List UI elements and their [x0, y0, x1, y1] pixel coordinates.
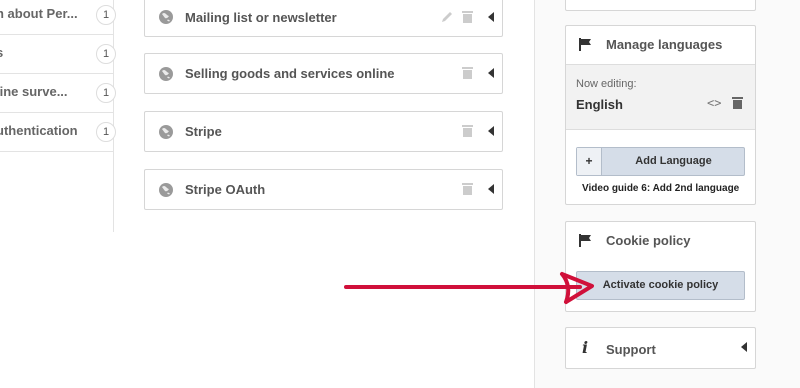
trash-icon[interactable]: [732, 96, 743, 109]
globe-icon: [159, 183, 173, 197]
flag-icon: [579, 38, 591, 51]
left-list-item[interactable]: n about Per... 1: [0, 0, 116, 35]
left-list-item[interactable]: line surve... 1: [0, 74, 116, 113]
caret-left-icon[interactable]: [741, 342, 747, 352]
left-list-item-count: 1: [96, 44, 116, 64]
left-list-item-label: line surve...: [0, 84, 68, 99]
cookie-policy-box: Cookie policy Activate cookie policy: [565, 221, 756, 312]
cookie-policy-header: Cookie policy: [566, 222, 755, 260]
left-list-item-count: 1: [96, 83, 116, 103]
video-guide-link[interactable]: Video guide 6: Add 2nd language: [582, 183, 739, 194]
trash-icon[interactable]: [462, 182, 473, 195]
panel-stripe[interactable]: Stripe: [144, 111, 503, 152]
support-title: Support: [606, 342, 656, 357]
left-list: n about Per... 1 s 1 line surve... 1 uth…: [0, 0, 116, 232]
manage-languages-header: Manage languages: [566, 26, 755, 64]
panel-title: Selling goods and services online: [185, 66, 395, 81]
left-list-item[interactable]: s 1: [0, 35, 116, 74]
left-list-item-label: uthentication: [0, 123, 78, 138]
caret-left-icon[interactable]: [488, 126, 494, 136]
trash-icon[interactable]: [462, 66, 473, 79]
trash-icon[interactable]: [462, 10, 473, 23]
left-list-item-label: s: [0, 45, 3, 60]
caret-left-icon[interactable]: [488, 12, 494, 22]
left-list-item-count: 1: [96, 122, 116, 142]
flag-icon: [579, 234, 591, 247]
left-list-item[interactable]: uthentication 1: [0, 113, 116, 152]
now-editing-panel: Now editing: English <>: [566, 64, 755, 130]
panel-title: Mailing list or newsletter: [185, 10, 337, 25]
activate-cookie-policy-button[interactable]: Activate cookie policy: [576, 271, 745, 300]
pencil-icon[interactable]: [440, 10, 454, 24]
trash-icon[interactable]: [462, 124, 473, 137]
current-language: English: [576, 97, 623, 112]
activate-cookie-policy-label: Activate cookie policy: [602, 279, 719, 291]
panel-mailing-list[interactable]: Mailing list or newsletter: [144, 0, 503, 37]
left-list-item-count: 1: [96, 5, 116, 25]
add-language-button[interactable]: + Add Language: [576, 147, 745, 176]
globe-icon: [159, 125, 173, 139]
cookie-policy-title: Cookie policy: [606, 233, 691, 248]
globe-icon: [159, 10, 173, 24]
left-list-item-label: n about Per...: [0, 6, 78, 21]
panel-selling-goods[interactable]: Selling goods and services online: [144, 53, 503, 94]
manage-languages-box: Manage languages Now editing: English <>…: [565, 25, 756, 205]
sidebar-box-top: [565, 0, 756, 11]
now-editing-label: Now editing:: [576, 78, 637, 90]
panel-stripe-oauth[interactable]: Stripe OAuth: [144, 169, 503, 210]
panel-title: Stripe OAuth: [185, 182, 266, 197]
plus-icon: +: [577, 148, 602, 175]
panel-title: Stripe: [185, 124, 222, 139]
code-icon[interactable]: <>: [707, 96, 721, 110]
support-box[interactable]: i Support: [565, 327, 756, 369]
manage-languages-title: Manage languages: [606, 37, 723, 52]
caret-left-icon[interactable]: [488, 184, 494, 194]
caret-left-icon[interactable]: [488, 68, 494, 78]
info-icon: i: [582, 338, 589, 357]
globe-icon: [159, 67, 173, 81]
add-language-label: Add Language: [635, 155, 712, 167]
